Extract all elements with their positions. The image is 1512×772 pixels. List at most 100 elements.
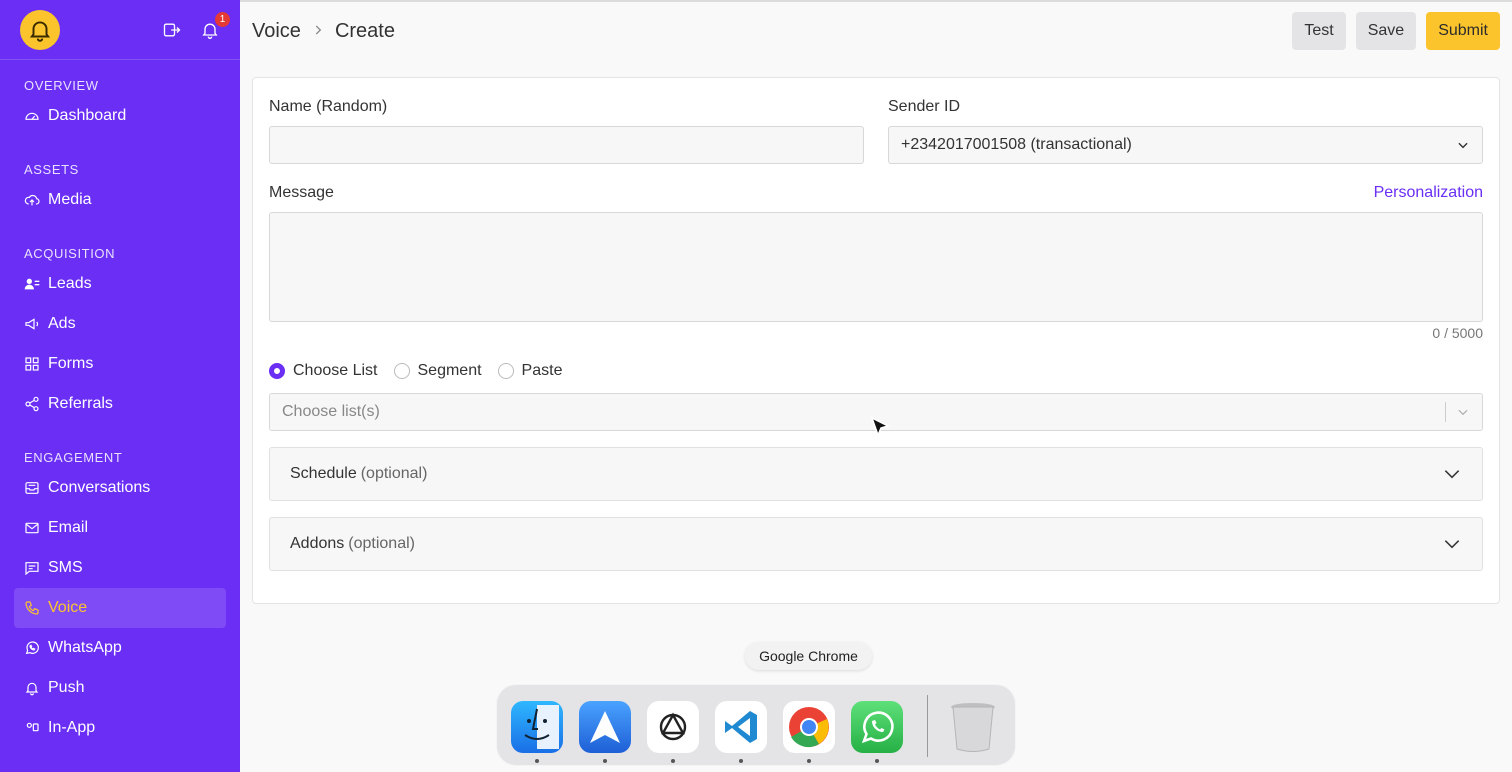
cloud-upload-icon bbox=[24, 194, 40, 206]
sidebar-item-label: SMS bbox=[48, 559, 83, 576]
whatsapp-outline-icon bbox=[25, 641, 39, 655]
running-indicator bbox=[875, 759, 879, 763]
sidebar-item-push[interactable]: Push bbox=[14, 668, 226, 708]
radio-segment[interactable]: Segment bbox=[393, 362, 482, 380]
breadcrumb-parent[interactable]: Voice bbox=[252, 20, 301, 43]
message-label: Message bbox=[269, 184, 334, 201]
sidebar-item-leads[interactable]: Leads bbox=[14, 264, 226, 304]
audience-radio-group: Choose List Segment Paste bbox=[269, 362, 562, 380]
chevron-down-icon bbox=[1444, 470, 1460, 479]
sidebar-item-conversations[interactable]: Conversations bbox=[14, 468, 226, 508]
schedule-optional-tag: (optional) bbox=[360, 465, 428, 482]
running-indicator bbox=[671, 759, 675, 763]
section-engagement: ENGAGEMENT bbox=[24, 450, 123, 465]
name-input[interactable] bbox=[269, 126, 864, 164]
select-divider bbox=[1445, 402, 1446, 422]
sidebar-item-label: WhatsApp bbox=[48, 639, 122, 656]
name-label: Name (Random) bbox=[269, 98, 388, 115]
sidebar-item-label: Referrals bbox=[48, 395, 113, 412]
chrome-icon[interactable] bbox=[783, 701, 835, 753]
section-overview: OVERVIEW bbox=[24, 78, 99, 93]
app-logo[interactable] bbox=[20, 9, 60, 50]
sidebar-item-media[interactable]: Media bbox=[14, 180, 226, 220]
dashboard-gauge-icon bbox=[25, 112, 39, 120]
addons-optional-tag: (optional) bbox=[348, 535, 415, 552]
megaphone-icon bbox=[25, 318, 39, 330]
radio-label: Choose List bbox=[293, 362, 378, 379]
notification-badge: 1 bbox=[215, 11, 230, 27]
macos-dock bbox=[496, 684, 1016, 766]
sidebar-item-label: Media bbox=[48, 191, 92, 208]
sidebar-item-label: Ads bbox=[48, 315, 76, 332]
sidebar: 1 OVERVIEW Dashboard ASSETS Media ACQUIS… bbox=[0, 0, 240, 772]
personalization-link[interactable]: Personalization bbox=[1374, 184, 1483, 202]
sidebar-item-whatsapp[interactable]: WhatsApp bbox=[14, 628, 226, 668]
vscode-icon[interactable] bbox=[715, 701, 767, 753]
addons-title: Addons bbox=[290, 535, 345, 552]
submit-button[interactable]: Submit bbox=[1426, 12, 1500, 50]
dock-tooltip: Google Chrome bbox=[745, 642, 872, 670]
spark-icon[interactable] bbox=[579, 701, 631, 753]
running-indicator bbox=[603, 759, 607, 763]
radio-label: Segment bbox=[417, 362, 482, 379]
breadcrumb-current: Create bbox=[334, 19, 395, 42]
chevron-down-icon bbox=[1458, 142, 1468, 149]
sidebar-item-voice[interactable]: Voice bbox=[14, 588, 226, 628]
radio-choose-list[interactable]: Choose List bbox=[269, 362, 378, 380]
page-header: Voice Create Test Save Submit bbox=[240, 0, 1512, 60]
section-assets: ASSETS bbox=[24, 162, 79, 177]
save-button[interactable]: Save bbox=[1355, 12, 1417, 50]
sidebar-item-label: Email bbox=[48, 519, 89, 536]
bell-icon bbox=[25, 682, 39, 696]
radio-label: Paste bbox=[521, 362, 563, 379]
chevron-right-icon bbox=[311, 21, 325, 42]
sidebar-item-label: Leads bbox=[48, 275, 92, 292]
users-icon bbox=[24, 278, 40, 290]
inbox-icon bbox=[25, 482, 39, 494]
running-indicator bbox=[739, 759, 743, 763]
notifications-button[interactable]: 1 bbox=[200, 11, 230, 40]
envelope-icon bbox=[25, 522, 39, 534]
whatsapp-icon[interactable] bbox=[851, 701, 903, 753]
sidebar-item-label: In-App bbox=[48, 719, 96, 736]
sidebar-item-label: Push bbox=[48, 679, 85, 696]
chatgpt-icon[interactable] bbox=[647, 701, 699, 753]
mouse-cursor-icon bbox=[870, 416, 890, 438]
chevron-down-icon bbox=[1444, 540, 1460, 549]
sidebar-item-label: Voice bbox=[48, 599, 88, 616]
message-textarea[interactable] bbox=[269, 212, 1483, 322]
voice-form-card: Name (Random) Sender ID +2342017001508 (… bbox=[252, 77, 1500, 604]
sidebar-item-referrals[interactable]: Referrals bbox=[14, 384, 226, 424]
addons-accordion[interactable]: Addons (optional) bbox=[269, 517, 1483, 571]
phone-icon bbox=[25, 601, 39, 615]
sender-id-label: Sender ID bbox=[888, 98, 961, 115]
schedule-title: Schedule bbox=[290, 465, 357, 482]
test-button[interactable]: Test bbox=[1292, 12, 1346, 50]
sidebar-item-email[interactable]: Email bbox=[14, 508, 226, 548]
inapp-icon bbox=[26, 722, 39, 732]
radio-unselected-icon bbox=[497, 363, 514, 379]
sidebar-item-dashboard[interactable]: Dashboard bbox=[14, 96, 226, 136]
trash-icon[interactable] bbox=[947, 701, 999, 753]
logout-icon[interactable] bbox=[162, 20, 182, 40]
running-indicator bbox=[535, 759, 539, 763]
dock-separator bbox=[927, 695, 928, 757]
sidebar-item-label: Conversations bbox=[48, 479, 151, 496]
sidebar-item-sms[interactable]: SMS bbox=[14, 548, 226, 588]
section-acquisition: ACQUISITION bbox=[24, 246, 116, 261]
sidebar-item-label: Dashboard bbox=[48, 107, 127, 124]
breadcrumb: Voice Create bbox=[252, 20, 395, 43]
bell-logo-icon bbox=[29, 20, 51, 42]
sidebar-item-inapp[interactable]: In-App bbox=[14, 708, 226, 748]
sidebar-item-forms[interactable]: Forms bbox=[14, 344, 226, 384]
sidebar-item-ads[interactable]: Ads bbox=[14, 304, 226, 344]
radio-paste[interactable]: Paste bbox=[497, 362, 563, 380]
radio-unselected-icon bbox=[393, 363, 410, 379]
choose-list-placeholder: Choose list(s) bbox=[282, 403, 380, 420]
sender-id-select[interactable]: +2342017001508 (transactional) bbox=[888, 126, 1483, 164]
message-char-counter: 0 / 5000 bbox=[1432, 325, 1483, 341]
schedule-accordion[interactable]: Schedule (optional) bbox=[269, 447, 1483, 501]
running-indicator bbox=[807, 759, 811, 763]
sidebar-header: 1 bbox=[0, 0, 240, 60]
finder-icon[interactable] bbox=[511, 701, 563, 753]
